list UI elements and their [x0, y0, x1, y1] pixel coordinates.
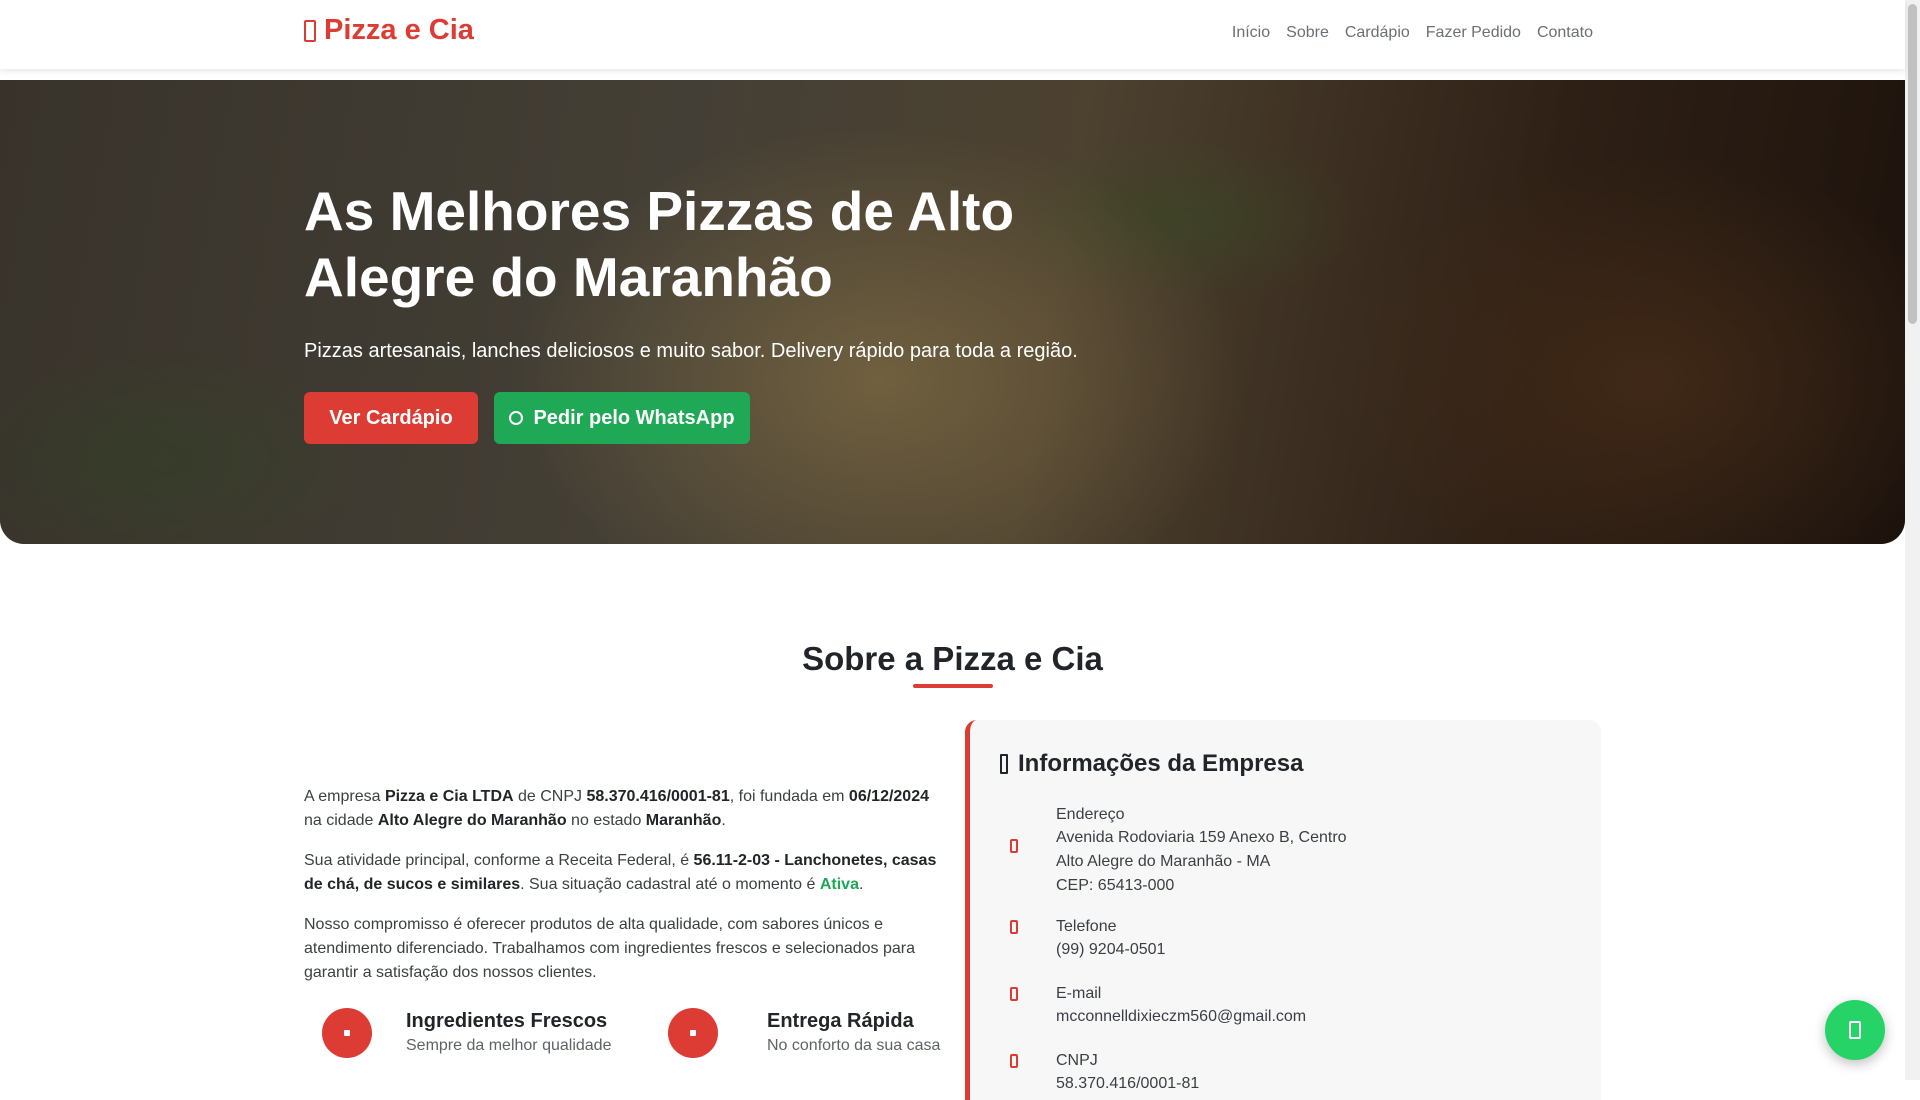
- about-paragraph-2: Sua atividade principal, conforme a Rece…: [304, 852, 937, 893]
- order-whatsapp-label: Pedir pelo WhatsApp: [533, 406, 735, 429]
- map-marker-icon: [1010, 839, 1018, 853]
- whatsapp-icon: [1849, 1021, 1861, 1039]
- feature-title: Entrega Rápida: [767, 1010, 914, 1032]
- address-line-1: Avenida Rodoviaria 159 Anexo B, Centro: [1056, 829, 1347, 846]
- title-underline: [913, 684, 993, 688]
- order-whatsapp-button[interactable]: Pedir pelo WhatsApp: [494, 392, 750, 444]
- nav-link-inicio[interactable]: Início: [1232, 24, 1270, 42]
- envelope-icon: [1010, 987, 1018, 1001]
- feature-subtitle: No conforto da sua casa: [767, 1037, 941, 1054]
- scrollbar-thumb[interactable]: [1908, 4, 1917, 324]
- company-info-card: Informações da Empresa Endereço Avenida …: [965, 720, 1601, 1100]
- feature-fast-delivery: Entrega Rápida No conforto da sua casa: [668, 1008, 940, 1058]
- phone-icon: [1010, 920, 1018, 934]
- navbar: Pizza e Cia Início Sobre Cardápio Fazer …: [0, 0, 1905, 69]
- about-text: A empresa Pizza e Cia LTDA de CNPJ 58.37…: [304, 785, 944, 1001]
- status-active: Ativa: [819, 876, 859, 893]
- feature-title: Ingredientes Frescos: [406, 1010, 608, 1032]
- info-card-title: Informações da Empresa: [1000, 750, 1303, 778]
- address-line-2: Alto Alegre do Maranhão - MA: [1056, 853, 1271, 870]
- info-phone: Telefone (99) 9204-0501: [1010, 916, 1165, 962]
- hero-title: As Melhores Pizzas de Alto Alegre do Mar…: [304, 180, 1015, 308]
- nav-link-contato[interactable]: Contato: [1537, 24, 1593, 42]
- about-paragraph-1: A empresa Pizza e Cia LTDA de CNPJ 58.37…: [304, 788, 929, 829]
- main-nav: Início Sobre Cardápio Fazer Pedido Conta…: [1232, 24, 1593, 42]
- page-scrollbar[interactable]: [1905, 0, 1920, 1080]
- brand-logo[interactable]: Pizza e Cia: [304, 14, 474, 47]
- brand-name: Pizza e Cia: [324, 14, 474, 46]
- pizza-slice-icon: [304, 19, 316, 42]
- about-section-title: Sobre a Pizza e Cia: [802, 640, 1103, 677]
- info-address: Endereço Avenida Rodoviaria 159 Anexo B,…: [1010, 804, 1347, 898]
- floating-whatsapp-button[interactable]: [1825, 1000, 1885, 1060]
- nav-link-fazer-pedido[interactable]: Fazer Pedido: [1426, 24, 1521, 42]
- nav-link-cardapio[interactable]: Cardápio: [1345, 24, 1410, 42]
- feature-subtitle: Sempre da melhor qualidade: [406, 1037, 612, 1054]
- feature-fresh-ingredients: Ingredientes Frescos Sempre da melhor qu…: [322, 1008, 611, 1058]
- hero-background-image: [0, 80, 1905, 544]
- view-menu-button[interactable]: Ver Cardápio: [304, 392, 478, 444]
- info-cnpj: CNPJ 58.370.416/0001-81: [1010, 1050, 1199, 1096]
- address-label: Endereço: [1056, 806, 1125, 823]
- email-label: E-mail: [1056, 985, 1102, 1002]
- whatsapp-icon: [509, 411, 524, 425]
- email-value[interactable]: mcconnelldixieczm560@gmail.com: [1056, 1005, 1306, 1029]
- motorcycle-icon: [668, 1008, 718, 1058]
- hero-section: As Melhores Pizzas de Alto Alegre do Mar…: [0, 80, 1905, 544]
- id-card-icon: [1010, 1054, 1018, 1068]
- nav-link-sobre[interactable]: Sobre: [1286, 24, 1329, 42]
- about-paragraph-3: Nosso compromisso é oferecer produtos de…: [304, 916, 916, 981]
- phone-value[interactable]: (99) 9204-0501: [1056, 938, 1165, 962]
- phone-label: Telefone: [1056, 918, 1117, 935]
- address-line-3: CEP: 65413-000: [1056, 877, 1175, 894]
- info-email: E-mail mcconnelldixieczm560@gmail.com: [1010, 983, 1306, 1029]
- hero-subtitle: Pizzas artesanais, lanches deliciosos e …: [304, 340, 1078, 362]
- building-icon: [1000, 754, 1008, 774]
- cnpj-value: 58.370.416/0001-81: [1056, 1075, 1200, 1092]
- leaf-icon: [322, 1008, 372, 1058]
- cnpj-label: CNPJ: [1056, 1052, 1098, 1069]
